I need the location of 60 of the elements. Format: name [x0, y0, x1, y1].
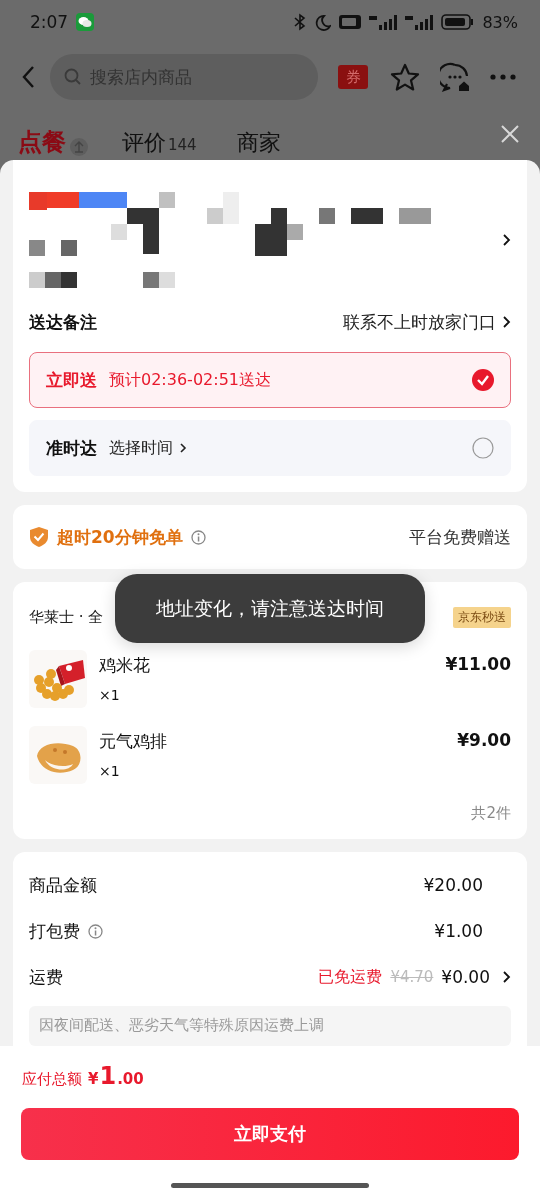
chevron-right-icon — [502, 315, 511, 329]
item-price: ¥11.00 — [445, 653, 511, 676]
option-title: 立即送 — [46, 368, 97, 392]
chevron-right-icon[interactable] — [502, 233, 511, 247]
radio-checked-icon[interactable] — [472, 369, 494, 391]
chevron-right-icon[interactable] — [502, 970, 511, 984]
total-amount: ¥1.00 — [88, 1062, 144, 1090]
radio-icon[interactable] — [472, 437, 494, 459]
fee-notice: 因夜间配送、恶劣天气等特殊原因运费上调 — [29, 1006, 511, 1046]
item-price: ¥9.00 — [457, 729, 511, 752]
toast-message: 地址变化，请注意送达时间 — [115, 574, 425, 643]
back-icon[interactable] — [20, 64, 36, 90]
star-icon[interactable] — [390, 62, 420, 92]
chat-icon[interactable] — [440, 62, 470, 92]
chevron-right-icon — [179, 442, 187, 454]
battery-level: 83% — [482, 12, 518, 32]
delivery-note-value[interactable]: 联系不上时放家门口 — [343, 310, 511, 334]
bluetooth-icon — [292, 13, 307, 31]
delivery-note-label: 送达备注 — [29, 310, 97, 334]
search-icon — [64, 68, 81, 85]
option-title: 准时达 — [46, 436, 97, 460]
item-name: 元气鸡排 — [99, 730, 168, 753]
collapse-icon[interactable] — [70, 138, 88, 156]
item-quantity: ×1 — [99, 687, 121, 703]
review-count: 144 — [168, 136, 197, 154]
battery-icon — [441, 14, 475, 30]
item-quantity: ×1 — [99, 763, 121, 779]
item-count: 共2件 — [470, 804, 511, 823]
discount-tag: 已免运费 — [318, 966, 383, 988]
more-icon[interactable] — [490, 74, 516, 80]
option-detail: 预计02:36-02:51送达 — [109, 369, 271, 391]
tab[interactable]: 评价 144 — [122, 128, 197, 160]
original-price: ¥4.70 — [390, 968, 434, 986]
signal-icon — [369, 13, 398, 31]
info-icon[interactable] — [190, 529, 206, 545]
fee-value: ¥20.00 — [423, 875, 483, 895]
option-detail: 选择时间 — [109, 437, 173, 459]
store-name: 华莱士 · 全 — [29, 607, 104, 627]
fee-label: 打包费 — [29, 919, 80, 943]
fee-value: ¥1.00 — [434, 921, 483, 941]
clock-time: 2:07 — [30, 12, 69, 32]
guarantee-label: 超时20分钟免单 — [57, 525, 183, 549]
delivery-badge: 京东秒送 — [453, 606, 511, 628]
delivery-option[interactable]: 立即送 预计02:36-02:51送达 — [29, 352, 511, 408]
signal-icon — [405, 13, 434, 31]
coupon-button[interactable]: 券 — [338, 65, 368, 89]
chat-app-icon — [76, 13, 95, 31]
shield-icon — [29, 526, 49, 548]
delivery-option[interactable]: 准时达 选择时间 — [29, 420, 511, 476]
guarantee-value: 平台免费赠送 — [409, 525, 511, 549]
item-name: 鸡米花 — [99, 654, 151, 677]
pay-button[interactable]: 立即支付 — [21, 1108, 519, 1160]
total-label: 应付总额 — [22, 1070, 82, 1089]
close-icon[interactable] — [500, 124, 520, 144]
info-icon[interactable] — [88, 923, 103, 939]
tab[interactable]: 商家 — [236, 128, 281, 160]
fee-label: 运费 — [29, 965, 63, 989]
fee-label: 商品金额 — [29, 873, 97, 897]
fee-value: ¥0.00 — [441, 967, 490, 987]
moon-icon — [314, 13, 332, 31]
